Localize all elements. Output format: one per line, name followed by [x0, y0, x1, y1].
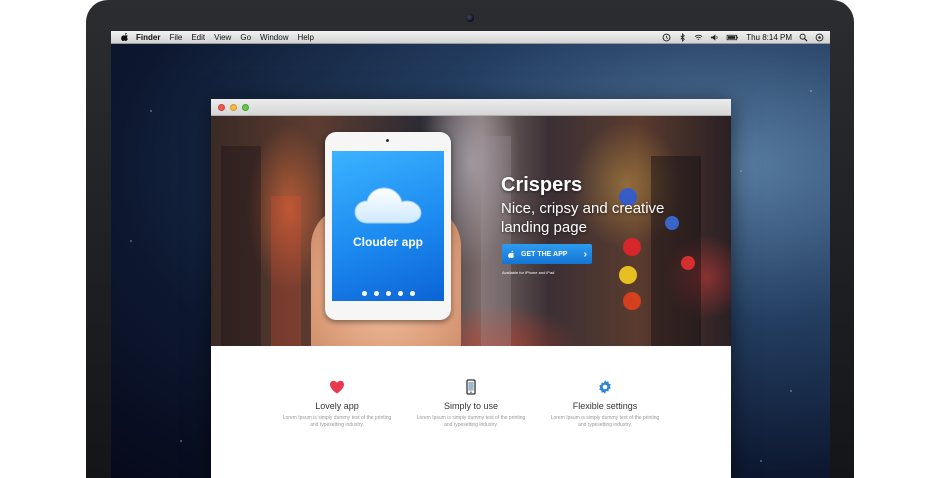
feature-simply-to-use: Simply to use Lorem Ipsum is simply dumm…: [416, 379, 526, 477]
feature-title: Lovely app: [315, 401, 359, 411]
hero-title: Crispers: [501, 174, 583, 196]
billboard-light: [623, 238, 641, 256]
availability-caption: Available for iPhone and iPad: [502, 270, 555, 275]
billboard-light: [681, 256, 695, 270]
city-background: [271, 196, 301, 346]
weather-icon: [361, 291, 367, 296]
menu-help[interactable]: Help: [297, 33, 313, 42]
notification-center-icon[interactable]: [815, 33, 824, 42]
ipad-mockup: Clouder app: [325, 132, 451, 320]
billboard-light: [619, 266, 637, 284]
apple-icon[interactable]: [121, 33, 129, 41]
wifi-icon[interactable]: [694, 33, 703, 42]
spotlight-search-icon[interactable]: [799, 33, 808, 42]
weather-icon: [385, 291, 391, 296]
weather-icon: [409, 291, 415, 296]
billboard-light: [623, 292, 641, 310]
menu-file[interactable]: File: [169, 33, 182, 42]
phone-icon: [466, 379, 476, 395]
desktop-screen: Finder File Edit View Go Window Help Thu…: [111, 31, 830, 478]
ipad-app-name: Clouder app: [352, 235, 423, 249]
mac-menubar: Finder File Edit View Go Window Help Thu…: [111, 31, 830, 44]
feature-lovely-app: Lovely app Lorem Ipsum is simply dummy t…: [282, 379, 392, 477]
time-machine-icon[interactable]: [662, 33, 671, 42]
weather-icons-row: [361, 291, 415, 296]
menu-edit[interactable]: Edit: [191, 33, 205, 42]
hero-section: Clouder app Crispers Nice, cripsy and cr…: [211, 116, 731, 346]
hero-tagline: Nice, cripsy and creative landing page: [501, 200, 665, 236]
feature-description: Lorem Ipsum is simply dummy text of the …: [282, 415, 392, 428]
weather-icon: [373, 291, 379, 296]
get-the-app-label: GET THE APP: [521, 250, 568, 258]
webcam: [466, 14, 474, 22]
feature-description: Lorem Ipsum is simply dummy text of the …: [550, 415, 660, 428]
ipad-screen: Clouder app: [332, 151, 444, 301]
feature-title: Flexible settings: [572, 401, 638, 411]
ipad-camera: [386, 139, 389, 142]
chevron-right-icon: ›: [583, 248, 587, 260]
menubar-clock[interactable]: Thu 8:14 PM: [746, 33, 792, 42]
gear-icon: [599, 380, 611, 394]
window-minimize-button[interactable]: [230, 103, 237, 111]
features-section: Lovely app Lorem Ipsum is simply dummy t…: [211, 346, 731, 477]
browser-window: Clouder app Crispers Nice, cripsy and cr…: [211, 99, 731, 478]
city-background: [651, 156, 701, 346]
apple-icon: [508, 250, 515, 258]
get-the-app-button[interactable]: GET THE APP ›: [502, 244, 592, 264]
volume-icon[interactable]: [710, 33, 719, 42]
city-background: [221, 146, 261, 346]
window-zoom-button[interactable]: [242, 103, 249, 111]
heart-icon: [330, 380, 344, 394]
bluetooth-icon[interactable]: [678, 32, 687, 42]
feature-description: Lorem Ipsum is simply dummy text of the …: [416, 415, 526, 428]
menu-view[interactable]: View: [214, 33, 231, 42]
menu-go[interactable]: Go: [240, 33, 251, 42]
cloud-icon: [354, 187, 422, 224]
menu-window[interactable]: Window: [260, 33, 288, 42]
battery-icon[interactable]: [726, 33, 739, 42]
feature-flexible-settings: Flexible settings Lorem Ipsum is simply …: [550, 379, 660, 477]
city-background: [481, 136, 511, 346]
window-close-button[interactable]: [218, 103, 225, 111]
menu-app-name[interactable]: Finder: [136, 33, 160, 42]
feature-title: Simply to use: [443, 401, 499, 411]
weather-icon: [397, 291, 403, 296]
window-titlebar[interactable]: [211, 99, 731, 116]
